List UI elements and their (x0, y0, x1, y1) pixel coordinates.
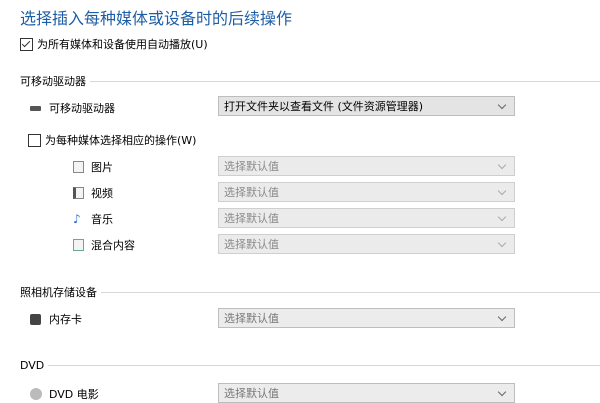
memory-card-action-select[interactable]: 选择默认值 (218, 308, 515, 328)
chevron-down-icon (497, 238, 507, 247)
select-value: 打开文件夹以查看文件 (文件资源管理器) (224, 100, 424, 113)
divider (48, 365, 600, 366)
video-action-select: 选择默认值 (218, 182, 515, 202)
per-media-checkbox[interactable]: 为每种媒体选择相应的操作(W) (28, 132, 196, 148)
mixed-content-icon (73, 239, 84, 251)
picture-file-icon (73, 161, 84, 173)
memory-card-label: 内存卡 (49, 313, 82, 326)
dvd-movie-action-select[interactable]: 选择默认值 (218, 383, 515, 403)
video-file-icon (73, 187, 84, 199)
chevron-down-icon (497, 186, 507, 195)
select-value: 选择默认值 (224, 387, 279, 400)
autoplay-all-label: 为所有媒体和设备使用自动播放(U) (37, 38, 208, 51)
autoplay-all-checkbox[interactable]: 为所有媒体和设备使用自动播放(U) (20, 36, 208, 52)
drive-icon (30, 105, 41, 111)
chevron-down-icon (497, 160, 507, 169)
media-label-pictures: 图片 (91, 161, 113, 174)
select-value: 选择默认值 (224, 212, 279, 225)
select-value: 选择默认值 (224, 160, 279, 173)
music-action-select: 选择默认值 (218, 208, 515, 228)
removable-drive-action-select[interactable]: 打开文件夹以查看文件 (文件资源管理器) (218, 96, 515, 116)
select-value: 选择默认值 (224, 312, 279, 325)
section-title: DVD (20, 359, 45, 372)
divider (101, 291, 600, 293)
media-label-video: 视频 (91, 187, 113, 200)
media-label-mixed: 混合内容 (91, 239, 135, 252)
section-dvd: DVD (20, 359, 600, 372)
select-value: 选择默认值 (224, 238, 279, 251)
memory-card-icon (30, 313, 41, 325)
media-label-music: 音乐 (91, 213, 113, 226)
divider (90, 80, 600, 82)
mixed-content-action-select: 选择默认值 (218, 234, 515, 254)
music-note-icon: ♪ (73, 212, 81, 226)
dvd-disc-icon (30, 388, 42, 400)
removable-drive-label: 可移动驱动器 (49, 102, 115, 115)
page-title: 选择插入每种媒体或设备时的后续操作 (20, 9, 293, 28)
pictures-action-select: 选择默认值 (218, 156, 515, 176)
chevron-down-icon (497, 100, 507, 109)
checkbox-box[interactable] (28, 133, 41, 147)
chevron-down-icon (497, 312, 507, 321)
section-camera: 照相机存储设备 (20, 284, 600, 300)
per-media-label: 为每种媒体选择相应的操作(W) (45, 134, 197, 147)
chevron-down-icon (497, 387, 507, 396)
section-removable: 可移动驱动器 (20, 73, 600, 89)
select-value: 选择默认值 (224, 186, 279, 199)
section-title: 可移动驱动器 (20, 75, 86, 88)
section-title: 照相机存储设备 (20, 286, 97, 299)
chevron-down-icon (497, 212, 507, 221)
checkbox-box[interactable] (20, 37, 33, 51)
